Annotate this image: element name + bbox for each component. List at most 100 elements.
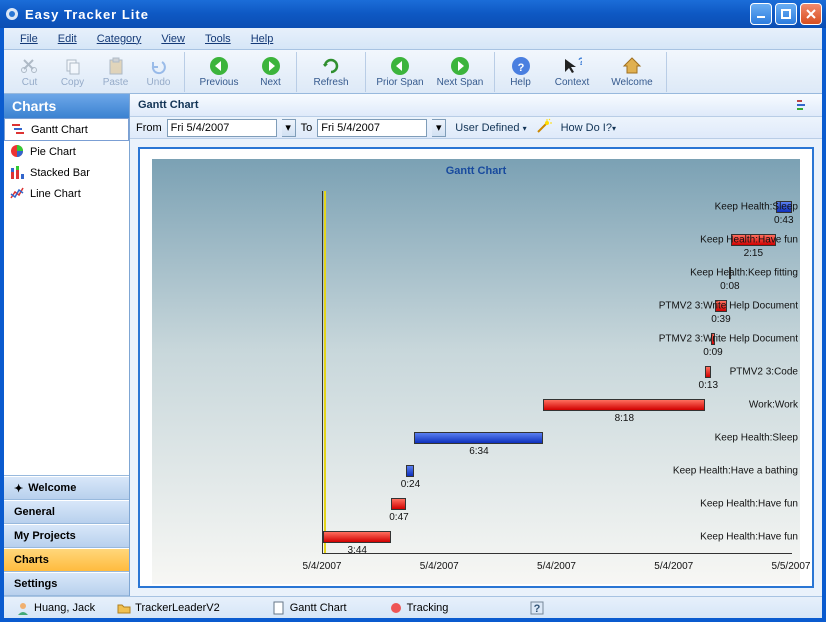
sidebar-header: Charts: [4, 94, 129, 118]
context-button[interactable]: ?Context: [542, 52, 602, 92]
chart-bar: [391, 498, 406, 510]
chart-duration-label: 0:09: [703, 347, 722, 358]
chart-options-icon[interactable]: [796, 97, 814, 113]
help-button[interactable]: ?Help: [499, 52, 542, 92]
from-date-input[interactable]: [167, 119, 277, 137]
undo-icon: [149, 56, 169, 76]
stack-settings[interactable]: Settings: [4, 572, 129, 596]
chart-bar: [406, 465, 414, 477]
sidebar-item-gantt[interactable]: Gantt Chart: [4, 118, 129, 141]
status-user[interactable]: Huang, Jack: [10, 601, 101, 615]
chart-duration-label: 8:18: [615, 413, 634, 424]
chart-panel: Gantt Chart 0:432:150:080:390:090:138:18…: [138, 147, 814, 588]
document-icon: [272, 601, 286, 615]
chart-task-label: Keep Health:Sleep: [632, 432, 798, 443]
chart-task-label: Keep Health:Have fun: [632, 235, 798, 246]
user-icon: [16, 601, 30, 615]
scissors-icon: [20, 56, 40, 76]
arrow-right-icon: [261, 56, 281, 76]
stacked-bar-icon: [10, 165, 25, 180]
star-icon: ✦: [14, 482, 23, 495]
chart-x-tick: 5/4/2007: [654, 561, 693, 572]
from-dropdown[interactable]: ▾: [282, 119, 296, 137]
filter-bar: From ▾ To ▾ User Defined ▾ How Do I?▾: [130, 117, 822, 139]
how-do-i-link[interactable]: How Do I?▾: [557, 122, 620, 134]
chart-bar: [414, 432, 543, 444]
from-label: From: [136, 122, 162, 134]
maximize-button[interactable]: [775, 3, 797, 25]
app-title: Easy Tracker Lite: [25, 7, 750, 22]
sidebar-item-pie[interactable]: Pie Chart: [4, 141, 129, 162]
to-dropdown[interactable]: ▾: [432, 119, 446, 137]
svg-text:?: ?: [578, 56, 582, 68]
cut-button[interactable]: Cut: [8, 52, 51, 92]
chart-duration-label: 2:15: [744, 248, 763, 259]
page-title: Gantt Chart: [138, 99, 199, 111]
copy-button[interactable]: Copy: [51, 52, 94, 92]
paste-button[interactable]: Paste: [94, 52, 137, 92]
menu-view[interactable]: View: [151, 30, 195, 48]
chart-x-tick: 5/5/2007: [772, 561, 811, 572]
sidebar: Charts Gantt Chart Pie Chart Stacked Bar…: [4, 94, 130, 596]
chart-duration-label: 6:34: [469, 446, 488, 457]
stack-charts[interactable]: Charts: [4, 548, 129, 572]
minimize-button[interactable]: [750, 3, 772, 25]
menu-tools[interactable]: Tools: [195, 30, 241, 48]
chart-duration-label: 0:13: [699, 380, 718, 391]
close-button[interactable]: [800, 3, 822, 25]
chart-task-label: Keep Health:Have fun: [632, 531, 798, 542]
status-project[interactable]: TrackerLeaderV2: [111, 601, 226, 615]
welcome-button[interactable]: Welcome: [602, 52, 662, 92]
chart-task-label: Work:Work: [632, 399, 798, 410]
refresh-icon: [321, 56, 341, 76]
user-defined-link[interactable]: User Defined ▾: [451, 122, 530, 134]
refresh-button[interactable]: Refresh: [301, 52, 361, 92]
undo-button[interactable]: Undo: [137, 52, 180, 92]
stack-general[interactable]: General: [4, 500, 129, 524]
copy-icon: [63, 56, 83, 76]
to-date-input[interactable]: [317, 119, 427, 137]
wand-icon: [536, 118, 552, 137]
menubar: File Edit Category View Tools Help: [4, 28, 822, 50]
chart-task-label: Keep Health:Have fun: [632, 498, 798, 509]
prior-span-button[interactable]: Prior Span: [370, 52, 430, 92]
chart-task-label: PTMV2 3:Write Help Document: [632, 334, 798, 345]
chart-x-tick: 5/4/2007: [303, 561, 342, 572]
sidebar-item-line[interactable]: Line Chart: [4, 183, 129, 204]
menu-category[interactable]: Category: [87, 30, 152, 48]
menu-edit[interactable]: Edit: [48, 30, 87, 48]
app-icon: [4, 6, 20, 22]
next-button[interactable]: Next: [249, 52, 292, 92]
home-icon: [622, 56, 642, 76]
chart-task-label: PTMV2 3:Write Help Document: [632, 301, 798, 312]
paste-icon: [106, 56, 126, 76]
cursor-help-icon: ?: [562, 56, 582, 76]
chart-duration-label: 0:43: [774, 215, 793, 226]
status-bar: Huang, Jack TrackerLeaderV2 Gantt Chart …: [4, 596, 822, 618]
activity-icon: [389, 601, 403, 615]
help-icon: ?: [511, 56, 531, 76]
status-document[interactable]: Gantt Chart: [266, 601, 353, 615]
arrow-left-icon: [209, 56, 229, 76]
chart-task-label: PTMV2 3:Code: [632, 367, 798, 378]
menu-file[interactable]: File: [10, 30, 48, 48]
page-header: Gantt Chart: [130, 94, 822, 117]
status-activity[interactable]: Tracking: [383, 601, 455, 615]
pie-icon: [10, 144, 25, 159]
chart-bar: [323, 531, 391, 543]
menu-help[interactable]: Help: [241, 30, 284, 48]
previous-button[interactable]: Previous: [189, 52, 249, 92]
titlebar: Easy Tracker Lite: [0, 0, 826, 28]
chart-duration-label: 0:39: [711, 314, 730, 325]
chart-x-tick: 5/4/2007: [537, 561, 576, 572]
chart-x-tick: 5/4/2007: [420, 561, 459, 572]
help-small-icon: ?: [530, 601, 544, 615]
chart-task-label: Keep Health:Keep fitting: [632, 268, 798, 279]
status-help[interactable]: ?: [524, 601, 550, 615]
svg-text:?: ?: [517, 62, 524, 74]
stack-welcome[interactable]: ✦Welcome: [4, 476, 129, 500]
stack-projects[interactable]: My Projects: [4, 524, 129, 548]
sidebar-item-stacked[interactable]: Stacked Bar: [4, 162, 129, 183]
chart-duration-label: 0:08: [720, 281, 739, 292]
next-span-button[interactable]: Next Span: [430, 52, 490, 92]
